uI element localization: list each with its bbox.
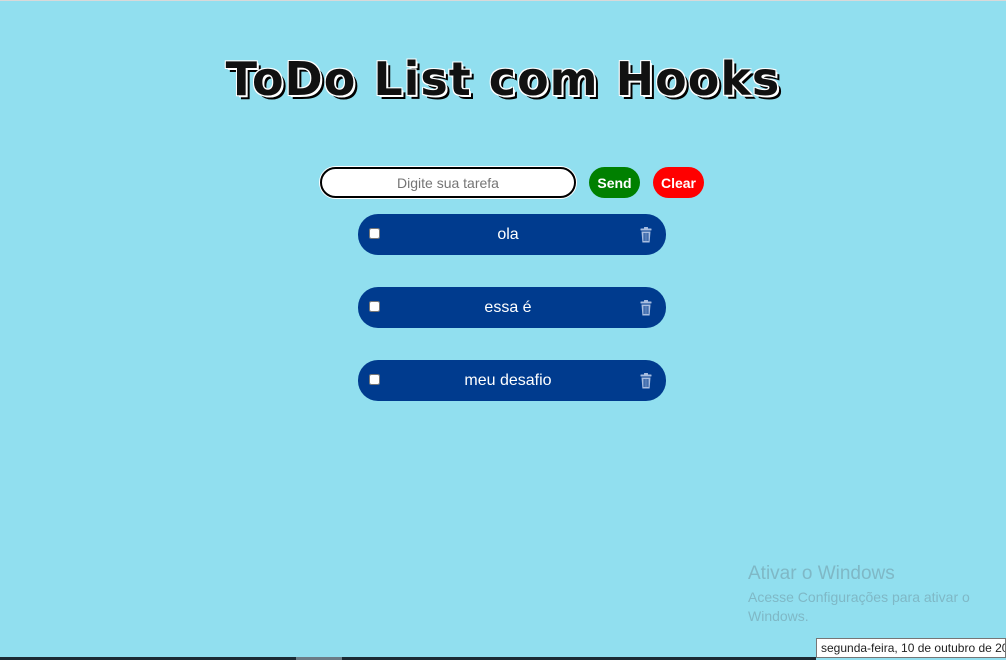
task-item: essa é <box>358 287 666 328</box>
trash-icon[interactable] <box>640 300 652 316</box>
page-title: ToDo List com Hooks <box>225 52 781 106</box>
clear-button[interactable]: Clear <box>653 167 704 198</box>
task-checkbox[interactable] <box>369 374 380 385</box>
activation-watermark-title: Ativar o Windows <box>748 563 895 584</box>
task-checkbox[interactable] <box>369 228 380 239</box>
window-top-border <box>0 0 1006 1</box>
task-item: ola <box>358 214 666 255</box>
task-item: meu desafio <box>358 360 666 401</box>
task-text: meu desafio <box>464 372 552 389</box>
trash-icon[interactable] <box>640 227 652 243</box>
send-button[interactable]: Send <box>589 167 640 198</box>
date-tooltip: segunda-feira, 10 de outubro de 20 <box>816 638 1006 658</box>
trash-icon[interactable] <box>640 373 652 389</box>
task-text: ola <box>497 226 519 243</box>
task-input[interactable] <box>320 167 576 198</box>
task-checkbox[interactable] <box>369 301 380 312</box>
activation-watermark-subtitle: Acesse Configurações para ativar o Windo… <box>748 589 970 624</box>
task-text: essa é <box>484 299 532 316</box>
